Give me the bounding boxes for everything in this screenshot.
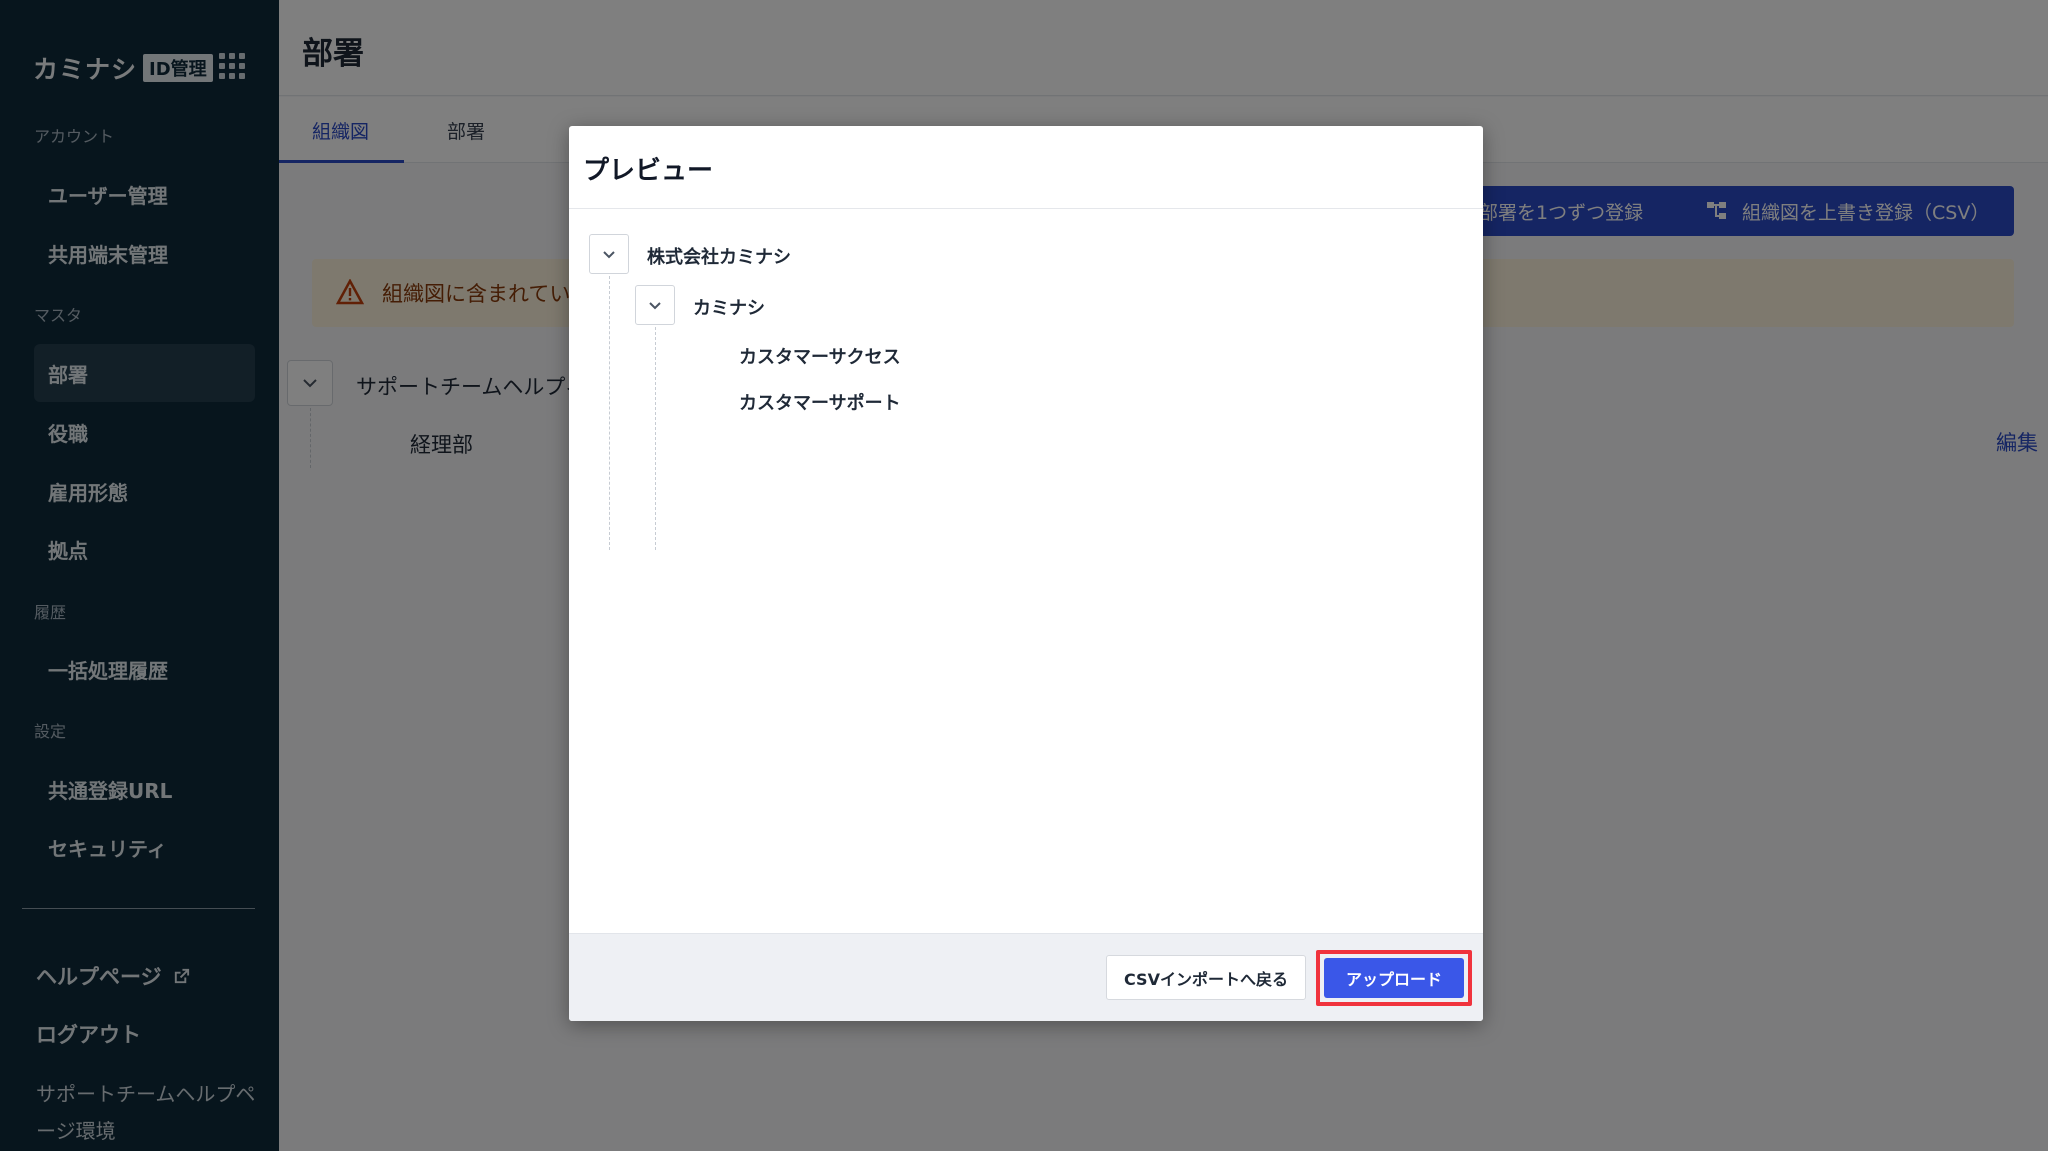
modal-tree-connector-root [609,276,610,550]
modal-tree-root-label: 株式会社カミナシ [647,247,791,268]
modal-tree-leaf-label: カスタマーサクセス [739,347,901,368]
chevron-down-icon [603,250,615,258]
modal-tree-child-label: カミナシ [693,298,765,319]
modal-tree-leaf-label: カスタマーサポート [739,393,901,414]
back-to-csv-import-button[interactable]: CSVインポートへ戻る [1106,955,1306,1000]
modal-divider [569,208,1483,209]
upload-button[interactable]: アップロード [1324,958,1464,998]
modal-tree-connector-child [655,327,656,550]
modal-tree-root-toggle[interactable] [589,234,629,274]
chevron-down-icon [649,301,661,309]
modal-footer: CSVインポートへ戻る アップロード [569,933,1483,1021]
modal-title: プレビュー [583,156,714,186]
preview-modal: プレビュー 株式会社カミナシ カミナシ カスタマーサクセス カスタマーサポート … [569,126,1483,1021]
back-button-label: CSVインポートへ戻る [1124,969,1288,989]
modal-tree-child-toggle[interactable] [635,285,675,325]
upload-button-label: アップロード [1345,970,1442,989]
